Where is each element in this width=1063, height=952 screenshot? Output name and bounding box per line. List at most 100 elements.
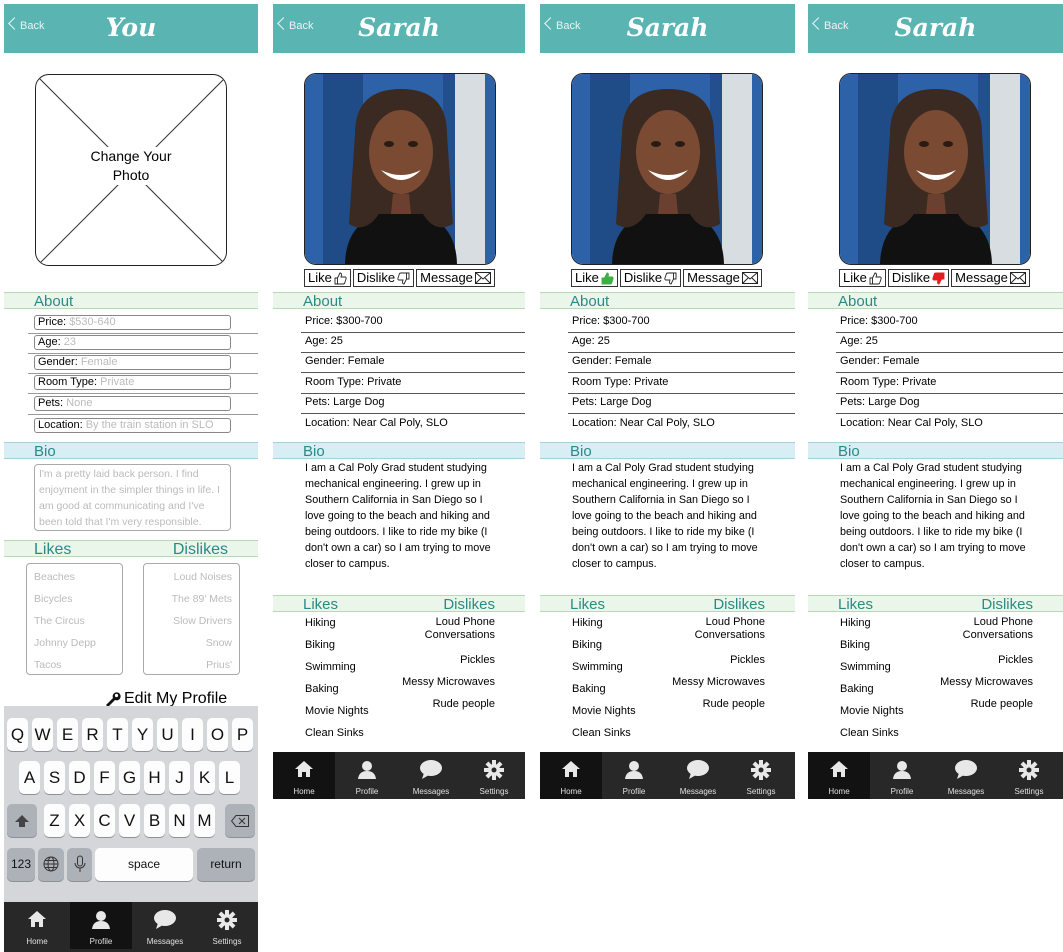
like-label: Like <box>843 270 867 285</box>
tab-home[interactable]: Home <box>273 752 335 799</box>
key-b[interactable]: B <box>144 804 165 837</box>
like-button[interactable]: Like <box>839 269 886 287</box>
globe-key[interactable] <box>38 848 64 881</box>
bio-title: Bio <box>838 443 860 460</box>
key-l[interactable]: L <box>219 761 240 794</box>
tab-label: Settings <box>1014 787 1044 796</box>
key-w[interactable]: W <box>32 718 53 751</box>
tab-profile[interactable]: Profile <box>871 752 933 799</box>
numbers-key[interactable]: 123 <box>7 848 35 881</box>
bio-input[interactable]: I'm a pretty laid back person. I find en… <box>34 464 231 531</box>
location-field[interactable]: Location: By the train station in SLO <box>34 418 231 433</box>
key-j[interactable]: J <box>169 761 190 794</box>
room-type-field[interactable]: Room Type: Private <box>34 375 231 390</box>
page-title: You <box>105 13 157 42</box>
key-h[interactable]: H <box>144 761 165 794</box>
list-item: The 89' Mets <box>171 593 232 605</box>
dislike-item: Messy Microwaves <box>672 676 765 688</box>
message-button[interactable]: Message <box>683 269 762 287</box>
profile-photo-frame <box>571 73 763 265</box>
dislike-button[interactable]: Dislike <box>887 269 950 287</box>
price-field[interactable]: Price: $530-640 <box>34 315 231 330</box>
key-m[interactable]: M <box>194 804 215 837</box>
tab-settings[interactable]: Settings <box>998 752 1060 799</box>
divider <box>301 332 525 333</box>
dislike-item: Rude people <box>970 698 1033 710</box>
tab-home[interactable]: Home <box>540 752 602 799</box>
action-buttons: Like Dislike Message <box>839 269 1030 287</box>
message-button[interactable]: Message <box>951 269 1030 287</box>
key-e[interactable]: E <box>57 718 78 751</box>
return-key[interactable]: return <box>197 848 255 881</box>
tab-profile[interactable]: Profile <box>336 752 398 799</box>
profile-field: Pets: Large Dog <box>305 396 385 408</box>
age-field[interactable]: Age: 23 <box>34 335 231 350</box>
tab-messages[interactable]: Messages <box>400 752 462 799</box>
tab-messages[interactable]: Messages <box>134 902 196 949</box>
tab-profile[interactable]: Profile <box>603 752 665 799</box>
divider <box>28 353 258 354</box>
thumbs-up-icon <box>601 272 614 284</box>
tab-settings[interactable]: Settings <box>196 902 258 949</box>
envelope-icon <box>474 272 491 284</box>
tab-home[interactable]: Home <box>6 902 68 949</box>
shift-key[interactable] <box>7 804 37 837</box>
key-c[interactable]: C <box>94 804 115 837</box>
delete-key[interactable] <box>225 804 255 837</box>
tab-profile[interactable]: Profile <box>70 902 132 949</box>
key-y[interactable]: Y <box>132 718 153 751</box>
tab-messages[interactable]: Messages <box>935 752 997 799</box>
key-x[interactable]: X <box>69 804 90 837</box>
key-d[interactable]: D <box>69 761 90 794</box>
key-a[interactable]: A <box>19 761 40 794</box>
key-k[interactable]: K <box>194 761 215 794</box>
likes-input[interactable]: Beaches Bicycles The Circus Johnny Depp … <box>26 563 123 675</box>
change-photo-button[interactable]: Change Your Photo <box>35 74 227 266</box>
key-o[interactable]: O <box>207 718 228 751</box>
message-label: Message <box>955 270 1008 285</box>
key-z[interactable]: Z <box>44 804 65 837</box>
divider <box>568 352 795 353</box>
key-g[interactable]: G <box>119 761 140 794</box>
like-button[interactable]: Like <box>571 269 618 287</box>
key-u[interactable]: U <box>157 718 178 751</box>
space-key[interactable]: space <box>95 848 193 881</box>
tab-settings[interactable]: Settings <box>463 752 525 799</box>
list-item: Bicycles <box>34 593 73 605</box>
profile-screen: Back Sarah Like Dislike Message About Price: $… <box>540 4 795 799</box>
key-f[interactable]: F <box>94 761 115 794</box>
likes-title: Likes <box>838 596 874 613</box>
home-icon <box>830 761 848 777</box>
message-button[interactable]: Message <box>416 269 495 287</box>
divider <box>836 352 1063 353</box>
profile-field: Room Type: Private <box>572 376 669 388</box>
profile-field: Gender: Female <box>840 355 920 367</box>
pets-field[interactable]: Pets: None <box>34 396 231 411</box>
key-v[interactable]: V <box>119 804 140 837</box>
home-icon <box>295 761 313 777</box>
profile-field: Room Type: Private <box>840 376 937 388</box>
profile-field: Price: $300-700 <box>305 315 383 327</box>
dislike-item: Loud Phone Conversations <box>694 616 765 641</box>
tab-settings[interactable]: Settings <box>730 752 792 799</box>
dislike-button[interactable]: Dislike <box>619 269 682 287</box>
dislike-button[interactable]: Dislike <box>352 269 415 287</box>
nav-bar: Back Sarah <box>808 4 1063 53</box>
dislikes-title: Dislikes <box>443 596 495 613</box>
divider <box>28 393 258 394</box>
tab-messages[interactable]: Messages <box>667 752 729 799</box>
key-n[interactable]: N <box>169 804 190 837</box>
dislikes-input[interactable]: Loud Noises The 89' Mets Slow Drivers Sn… <box>143 563 240 675</box>
key-t[interactable]: T <box>107 718 128 751</box>
about-header: About <box>808 292 1063 310</box>
key-p[interactable]: P <box>232 718 253 751</box>
gender-field[interactable]: Gender: Female <box>34 355 231 370</box>
mic-key[interactable] <box>67 848 92 881</box>
key-r[interactable]: R <box>82 718 103 751</box>
like-button[interactable]: Like <box>304 269 351 287</box>
key-i[interactable]: I <box>182 718 203 751</box>
tab-home[interactable]: Home <box>808 752 870 799</box>
key-s[interactable]: S <box>44 761 65 794</box>
dislike-item: Messy Microwaves <box>940 676 1033 688</box>
key-q[interactable]: Q <box>7 718 28 751</box>
